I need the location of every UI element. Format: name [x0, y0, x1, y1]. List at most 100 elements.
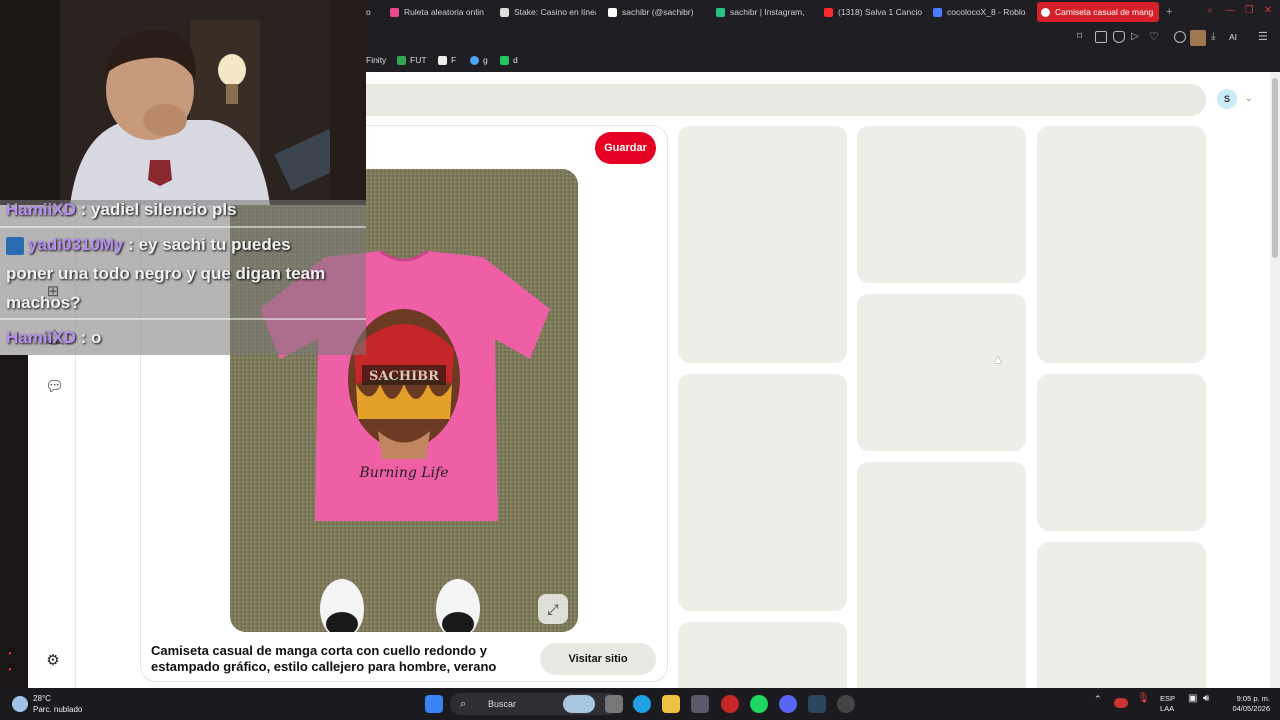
discord-icon[interactable]	[779, 695, 797, 713]
minimize-icon[interactable]: —	[1224, 5, 1236, 17]
weather-widget[interactable]: 28°C Parc. nublado	[33, 693, 82, 715]
bookmark-icon[interactable]: ⌑	[1077, 31, 1089, 43]
bookmark-fut[interactable]: FUT	[397, 55, 427, 65]
lang-code: ESP	[1160, 694, 1176, 703]
pin-placeholder[interactable]	[857, 462, 1026, 702]
visit-site-button[interactable]: Visitar sitio	[540, 643, 656, 675]
close-icon[interactable]: ✕	[1262, 5, 1274, 17]
language-indicator[interactable]: ESP LAA	[1160, 694, 1175, 714]
chat-username: HamiiXD	[6, 200, 76, 219]
heart-icon[interactable]: ♡	[1149, 31, 1161, 43]
spotify-icon[interactable]	[750, 695, 768, 713]
windows-taskbar: 28°C Parc. nublado ⌕ Buscar ⌃ 🎙︎ ESP LAA…	[0, 688, 1280, 720]
shield-icon[interactable]	[1113, 31, 1125, 43]
pin-title: Camiseta casual de manga corta con cuell…	[151, 643, 497, 674]
d-icon	[500, 55, 509, 65]
tab-label: cocolocoX_8 - Roblo	[947, 7, 1026, 17]
screenshot-icon[interactable]	[1095, 31, 1107, 43]
tab-label: Camiseta casual de mang	[1055, 7, 1154, 17]
plus-icon: +	[1166, 6, 1173, 18]
bookmark-finity[interactable]: Finity	[366, 55, 386, 65]
expand-icon[interactable]: ⤢	[538, 594, 568, 624]
screen: o Ruleta aleatoria onlin Stake: Casino e…	[0, 0, 1280, 720]
pin-placeholder[interactable]	[857, 294, 1026, 451]
file-explorer-icon[interactable]	[662, 695, 680, 713]
tab-instagram[interactable]: sachibr | Instagram,	[712, 2, 812, 22]
menu-icon[interactable]: ☰	[1258, 31, 1270, 43]
profile-avatar[interactable]	[1190, 30, 1206, 46]
store-icon[interactable]	[691, 695, 709, 713]
pin-placeholder[interactable]	[1037, 542, 1206, 702]
extensions-icon[interactable]	[1174, 31, 1186, 43]
shirt-print-text: Burning Life	[358, 465, 448, 481]
bookmark-d[interactable]: d	[500, 55, 518, 65]
chat-message-cont: poner una todo negro y que digan team	[6, 259, 325, 288]
search-input[interactable]	[230, 84, 1206, 116]
tab-youtube[interactable]: (1318) Salva 1 Cancio	[820, 2, 922, 22]
pin-placeholder[interactable]	[678, 374, 847, 611]
edge-icon[interactable]	[633, 695, 651, 713]
tab-label: sachibr | Instagram,	[730, 7, 805, 17]
chat-badge-icon	[6, 236, 24, 255]
chat-message: HamiiXD : yadiel silencio pls	[6, 195, 237, 224]
tab-label: o	[366, 7, 371, 17]
roblox-icon	[933, 7, 942, 17]
microphone-icon[interactable]: 🎙︎	[1137, 694, 1150, 704]
opera-icon[interactable]	[721, 695, 739, 713]
tab-pinterest-active[interactable]: Camiseta casual de mang	[1037, 2, 1159, 22]
chat-divider	[0, 226, 366, 228]
new-tab-button[interactable]: +	[1162, 2, 1178, 22]
steam-icon[interactable]	[808, 695, 826, 713]
clock[interactable]: 9:05 p. m. 04/05/2026	[1224, 694, 1270, 714]
tab-label: Ruleta aleatoria onlin	[404, 7, 484, 17]
tab-label: (1318) Salva 1 Cancio	[838, 7, 922, 17]
chat-username: yadi0310My	[28, 235, 124, 254]
chat-message: HamiiXD : o	[6, 323, 101, 352]
network-icon[interactable]: ▣	[1188, 694, 1197, 704]
tab-ruleta[interactable]: Ruleta aleatoria onlin	[386, 2, 488, 22]
ai-button[interactable]: AI	[1229, 31, 1249, 43]
tab-label: sachibr (@sachibr)	[622, 7, 694, 17]
tray-chevron-icon[interactable]: ⌃	[1094, 694, 1102, 704]
weather-temp: 28°C	[33, 694, 51, 703]
bookmark-f[interactable]: F	[438, 55, 456, 65]
chat-divider	[0, 318, 366, 320]
chevron-down-icon[interactable]: ⌄	[1245, 93, 1253, 104]
bookmark-label: d	[513, 55, 518, 65]
pin-placeholder[interactable]	[1037, 126, 1206, 363]
webcam-overlay	[0, 0, 366, 205]
download-icon[interactable]: ⤓	[1211, 31, 1223, 43]
pin-placeholder[interactable]	[678, 126, 847, 363]
scrollbar-thumb[interactable]	[1272, 78, 1278, 258]
task-view-icon[interactable]	[605, 695, 623, 713]
settings-icon[interactable]: ⚙	[45, 653, 61, 669]
maximize-icon[interactable]: ❐	[1243, 5, 1255, 17]
tab-stake[interactable]: Stake: Casino en línea	[496, 2, 596, 22]
tab-roblox[interactable]: cocolocoX_8 - Roblo	[929, 2, 1031, 22]
volume-icon[interactable]: 🔊︎	[1203, 694, 1209, 704]
page-scrollbar[interactable]	[1270, 72, 1280, 688]
youtube-icon	[824, 7, 833, 17]
avatar[interactable]: S	[1217, 89, 1237, 109]
weather-icon[interactable]	[12, 696, 28, 712]
pin-placeholder[interactable]	[857, 126, 1026, 283]
tray-app-icon[interactable]	[1114, 698, 1128, 708]
bookmark-g[interactable]: g	[470, 55, 488, 65]
widget-icon[interactable]	[563, 695, 595, 713]
bookmark-label: g	[483, 55, 488, 65]
pin-placeholder[interactable]	[1037, 374, 1206, 531]
save-button[interactable]: Guardar	[595, 132, 656, 164]
tab-tiktok[interactable]: sachibr (@sachibr)	[604, 2, 704, 22]
obs-icon[interactable]	[837, 695, 855, 713]
search-tabs-icon[interactable]: ⌕	[1204, 5, 1216, 17]
instagram-icon	[716, 7, 725, 17]
play-icon[interactable]: ▷	[1131, 31, 1143, 43]
lang-layout: LAA	[1160, 704, 1175, 713]
ai-label: AI	[1229, 32, 1238, 42]
page-icon	[438, 55, 447, 65]
windows-start-icon[interactable]	[425, 695, 443, 713]
fut-icon	[397, 55, 406, 65]
svg-text:SACHIBR: SACHIBR	[369, 369, 439, 384]
bookmark-label: Finity	[366, 55, 387, 65]
chat-icon[interactable]: 💬︎	[45, 379, 64, 395]
